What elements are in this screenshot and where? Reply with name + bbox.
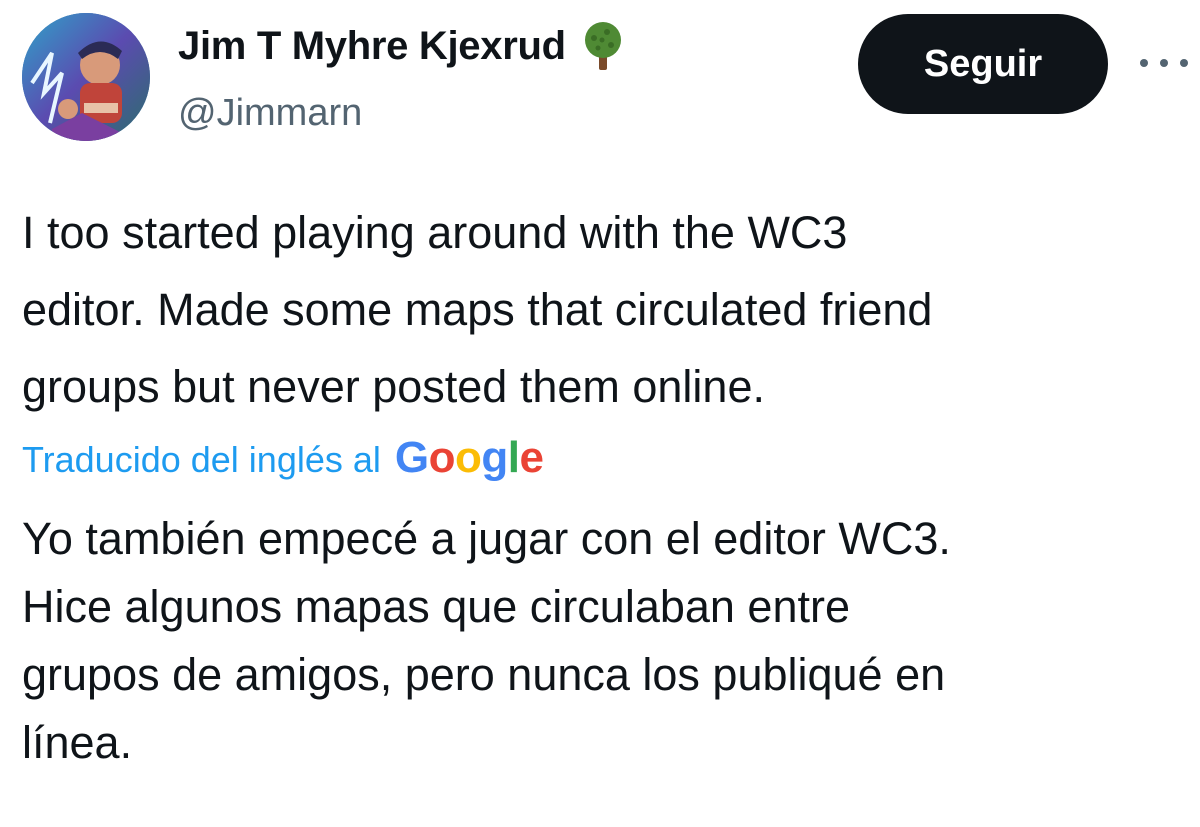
google-logo-letter: o bbox=[428, 433, 456, 482]
more-dot bbox=[1160, 59, 1168, 67]
translated-text-line: grupos de amigos, pero nunca los publiqu… bbox=[22, 649, 946, 700]
author-name-row: Jim T Myhre Kjexrud bbox=[178, 20, 626, 72]
google-logo: Google bbox=[395, 428, 544, 488]
translated-text: Yo también empecé a jugar con el editor … bbox=[22, 505, 1192, 777]
google-logo-letter: o bbox=[455, 433, 482, 482]
tree-icon bbox=[580, 20, 626, 72]
more-dot bbox=[1140, 59, 1148, 67]
avatar-image bbox=[22, 13, 150, 141]
author-handle[interactable]: @Jimmarn bbox=[178, 90, 362, 136]
translation-attribution[interactable]: Traducido del inglés al Google bbox=[22, 430, 544, 490]
more-icon[interactable] bbox=[1140, 48, 1188, 78]
more-dot bbox=[1180, 59, 1188, 67]
author-display-name[interactable]: Jim T Myhre Kjexrud bbox=[178, 22, 566, 70]
google-logo-letter: l bbox=[507, 433, 520, 482]
follow-button[interactable]: Seguir bbox=[858, 14, 1108, 114]
google-logo-letter: g bbox=[481, 433, 508, 482]
tweet-text-line: groups but never posted them online. bbox=[22, 361, 765, 412]
google-logo-letter: e bbox=[519, 433, 544, 482]
tweet-text: I too started playing around with the WC… bbox=[22, 194, 1192, 425]
tweet-text-line: I too started playing around with the WC… bbox=[22, 207, 848, 258]
tweet-text-line: editor. Made some maps that circulated f… bbox=[22, 284, 933, 335]
translated-text-line: línea. bbox=[22, 717, 133, 768]
translation-label[interactable]: Traducido del inglés al bbox=[22, 430, 381, 490]
avatar[interactable] bbox=[22, 13, 150, 141]
google-logo-letter: G bbox=[394, 433, 429, 482]
translated-text-line: Yo también empecé a jugar con el editor … bbox=[22, 513, 951, 564]
translated-text-line: Hice algunos mapas que circulaban entre bbox=[22, 581, 850, 632]
